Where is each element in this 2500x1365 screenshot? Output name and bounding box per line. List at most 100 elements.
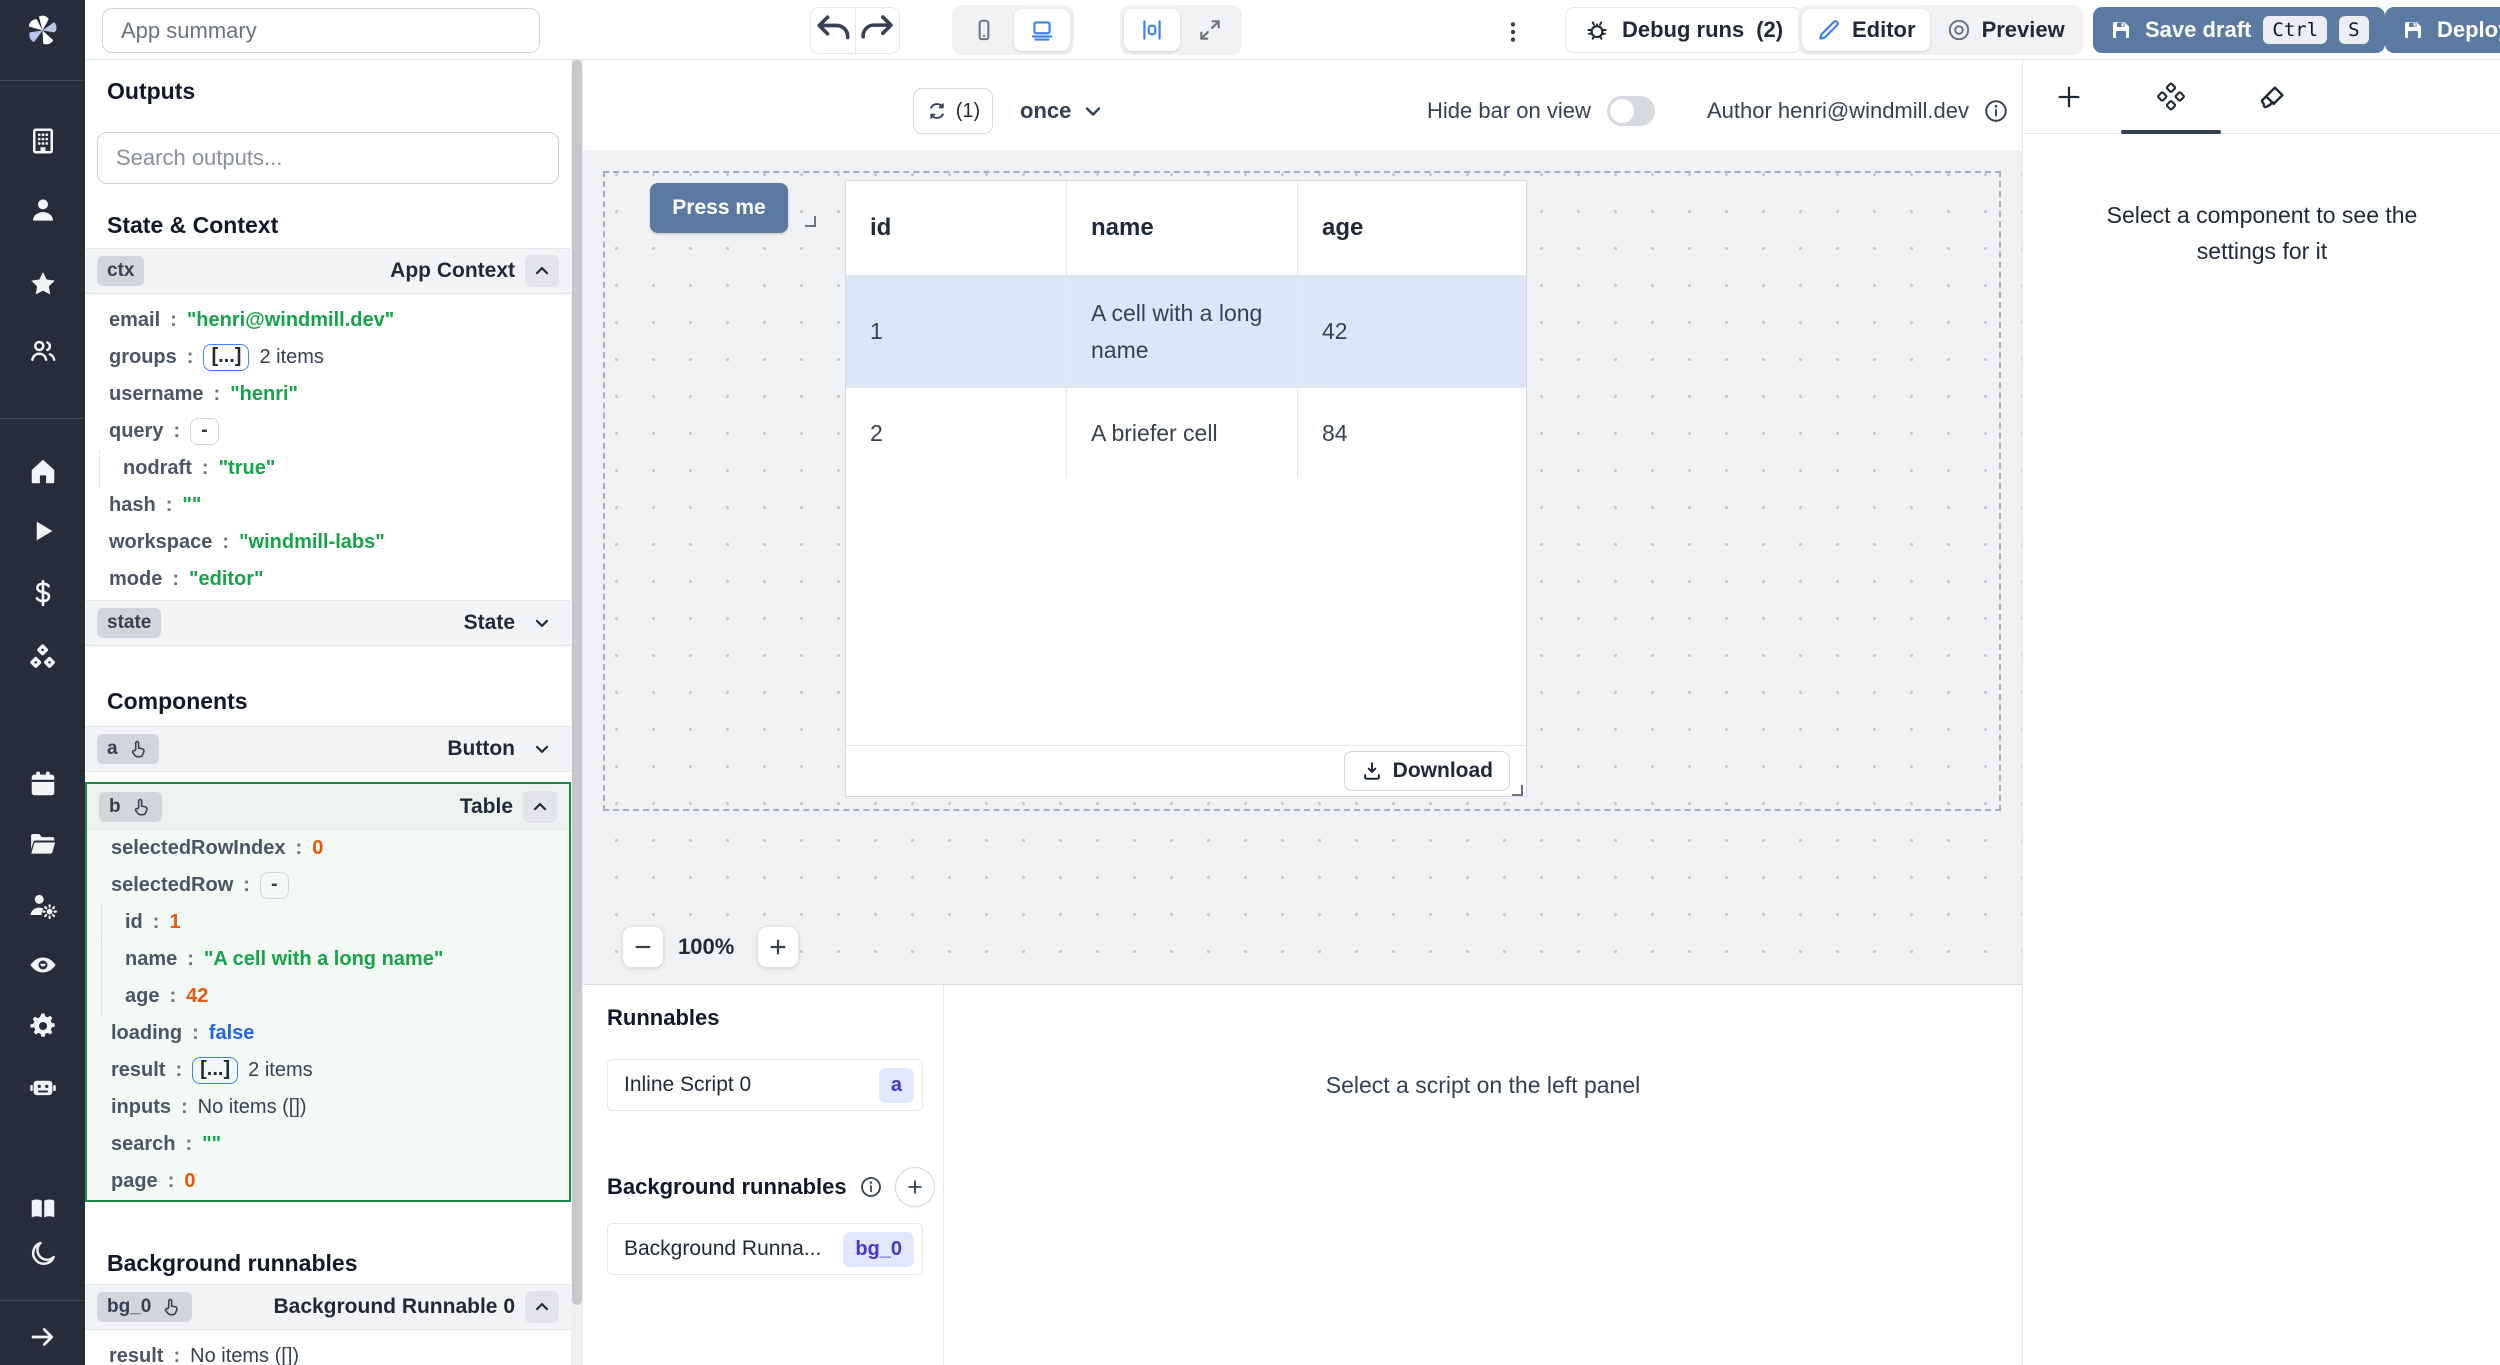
background-runnable-item[interactable]: Background Runna... bg_0 [607,1223,923,1275]
bg0-section-header[interactable]: bg_0 Background Runnable 0 [85,1284,571,1330]
tab-theme-styling[interactable] [2245,72,2301,122]
table-cell: 2 [846,388,1066,478]
undo-button[interactable] [811,8,855,53]
press-me-button[interactable]: Press me [650,183,788,233]
zoom-out-button[interactable] [622,926,664,968]
ctx-output-list: email:"henri@windmill.dev"groups:[...]2 … [85,302,571,598]
app-summary-input[interactable] [102,8,540,53]
sidebar-item-gear[interactable] [24,1007,61,1044]
sidebar-item-eye[interactable] [24,946,61,983]
sidebar-item-building[interactable] [24,122,61,159]
sidebar-item-play[interactable] [24,512,61,549]
zoom-level: 100% [678,934,734,960]
output-key: name [125,948,177,971]
sidebar-item-moon[interactable] [24,1235,61,1272]
sidebar-item-book[interactable] [24,1190,61,1227]
mobile-view-button[interactable] [956,9,1012,51]
zoom-in-button[interactable] [757,926,799,968]
toggle-knob [1610,99,1634,123]
colon: : [169,985,176,1008]
search-outputs-input[interactable] [97,132,559,184]
empty-value-chip[interactable]: - [260,872,289,899]
state-section-header[interactable]: state State [85,600,571,646]
button-resize-handle[interactable] [805,216,816,227]
add-background-runnable-button[interactable] [895,1167,935,1207]
sidebar-item-arrow-right[interactable] [24,1318,61,1355]
expand-array-chip[interactable]: [...] [192,1057,238,1084]
debug-runs-button[interactable]: Debug runs (2) [1565,7,1802,53]
redo-button[interactable] [855,8,899,53]
sidebar-item-user-gear[interactable] [24,886,61,923]
expand-array-chip[interactable]: [...] [203,344,249,371]
refresh-button[interactable]: (1) [913,88,993,134]
table-row[interactable]: 1A cell with a long name42 [846,275,1526,387]
output-field-search: search:"" [87,1126,571,1163]
refresh-mode-dropdown[interactable]: once [1020,88,1105,134]
sidebar-item-folder[interactable] [24,825,61,862]
component-b-header[interactable]: b Table [87,784,569,830]
output-field-result: result:No items ([]) [85,1338,571,1365]
sidebar-item-home[interactable] [24,452,61,489]
outputs-scrollbar [571,60,583,1365]
tab-editor[interactable]: Editor [1802,9,1930,51]
hide-bar-toggle[interactable] [1607,96,1655,126]
component-b-collapse-button[interactable] [523,791,557,823]
info-icon[interactable] [1983,98,2009,124]
bug-icon [1584,17,1610,43]
bg0-collapse-button[interactable] [525,1291,559,1323]
windmill-logo-icon[interactable] [20,8,65,53]
chevron-up-icon [530,797,550,817]
tab-component-settings[interactable] [2143,72,2199,122]
output-key: result [111,1059,165,1082]
info-icon[interactable] [859,1175,883,1199]
sidebar-item-dollar-sign[interactable] [24,574,61,611]
component-b-type: Table [460,795,513,819]
empty-value-chip[interactable]: - [190,418,219,445]
scrollbar-thumb[interactable] [572,60,582,1305]
tab-preview[interactable]: Preview [1932,9,2079,51]
sidebar-item-user[interactable] [24,191,61,228]
sidebar-item-robot[interactable] [24,1068,61,1105]
moon-icon [28,1239,58,1269]
table-resize-handle[interactable] [1512,785,1523,796]
output-field-age: age:42 [87,978,571,1015]
sidebar-item-users[interactable] [24,332,61,369]
colon: : [222,531,229,554]
download-button[interactable]: Download [1344,751,1510,791]
tab-insert-component[interactable] [2041,72,2097,122]
table-row[interactable]: 2A briefer cell84 [846,387,1526,478]
background-runnables-label: Background runnables [607,1174,847,1200]
output-value-number: 0 [312,837,323,860]
sidebar-item-cubes[interactable] [24,639,61,676]
output-value-string: "windmill-labs" [239,531,385,554]
component-a-expand-button[interactable] [525,733,559,765]
robot-icon [28,1072,58,1102]
center-content-button[interactable] [1124,9,1180,51]
state-badge: state [97,608,161,638]
save-draft-button[interactable]: Save draft Ctrl S [2093,7,2385,53]
hide-bar-label: Hide bar on view [1427,98,1591,124]
output-key: email [109,309,160,332]
sidebar-item-calendar[interactable] [24,765,61,802]
more-options-button[interactable] [1493,12,1533,52]
colon: : [214,383,221,406]
component-a-header[interactable]: a Button [85,726,571,772]
table-footer: Download [846,745,1526,796]
output-key: inputs [111,1096,171,1119]
colon: : [153,911,160,934]
state-expand-button[interactable] [525,607,559,639]
editor-preview-group: Editor Preview [1798,5,2083,55]
desktop-view-button[interactable] [1014,9,1070,51]
laptop-icon [1029,17,1055,43]
sidebar-item-star[interactable] [24,265,61,302]
ctx-section-header[interactable]: ctx App Context [85,248,571,294]
background-runnables-header: Background runnables [607,1167,935,1207]
deploy-button[interactable]: Deploy [2385,7,2500,53]
output-value-string: "true" [219,457,276,480]
ctx-collapse-button[interactable] [525,255,559,287]
settings-empty-hint: Select a component to see the settings f… [2072,198,2452,269]
inline-script-item[interactable]: Inline Script 0 a [607,1059,923,1111]
fullscreen-button[interactable] [1182,9,1238,51]
redo-icon [856,9,899,52]
preview-label: Preview [1982,17,2065,43]
